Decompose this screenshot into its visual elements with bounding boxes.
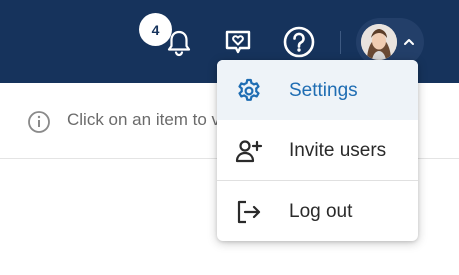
menu-item-label: Settings xyxy=(289,80,358,101)
chevron-up-icon xyxy=(404,39,414,45)
feedback-button[interactable] xyxy=(220,24,256,60)
gear-icon xyxy=(238,78,260,101)
menu-item-label: Invite users xyxy=(289,140,387,161)
logout-icon xyxy=(237,200,261,224)
info-message: Click on an item to view xyxy=(67,110,217,129)
avatar xyxy=(361,24,397,60)
info-icon xyxy=(28,111,50,133)
feedback-heart-icon xyxy=(225,30,251,54)
menu-item-label: Log out xyxy=(289,201,353,222)
add-user-icon xyxy=(235,140,263,163)
menu-item-invite-users[interactable]: Invite users xyxy=(217,120,418,180)
help-icon xyxy=(283,26,315,58)
notification-count-badge: 4 xyxy=(139,13,172,46)
user-menu-button[interactable] xyxy=(356,18,424,66)
menu-item-log-out[interactable]: Log out xyxy=(217,181,418,241)
menu-item-settings[interactable]: Settings xyxy=(217,60,418,120)
help-button[interactable] xyxy=(281,24,317,60)
header-divider xyxy=(340,31,341,54)
user-dropdown-menu: Settings Invite users Log out xyxy=(217,60,418,241)
